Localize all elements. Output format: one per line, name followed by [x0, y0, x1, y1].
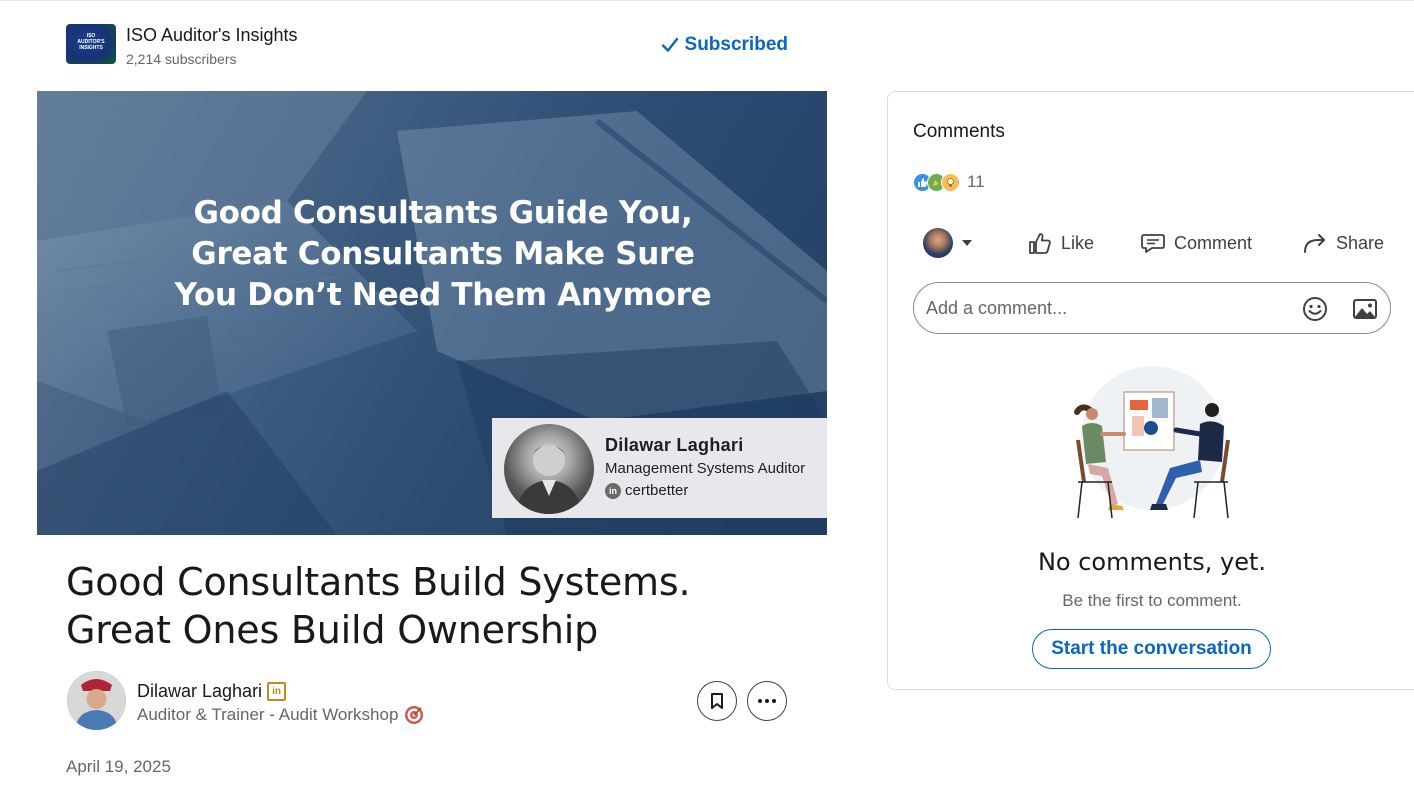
subscribed-button[interactable]: Subscribed [661, 34, 788, 56]
linkedin-icon: in [605, 482, 621, 499]
share-arrow-icon [1304, 234, 1325, 253]
cover-heading: Good Consultants Guide You, Great Consul… [37, 193, 827, 316]
social-actions-bar: Like Comment Share [913, 225, 1393, 261]
emoji-icon[interactable] [1301, 295, 1329, 323]
cover-author-role: Management Systems Auditor [605, 460, 806, 477]
reaction-count: 11 [967, 172, 985, 191]
like-label: Like [1061, 232, 1095, 253]
cover-author-photo [504, 424, 594, 514]
empty-comments-illustration [1074, 366, 1230, 519]
article-title: Good Consultants Build Systems. Great On… [66, 560, 691, 652]
start-conversation-button[interactable]: Start the conversation [1032, 629, 1271, 669]
check-icon [661, 37, 678, 52]
comment-label: Comment [1174, 232, 1253, 253]
cover-heading-line: You Don’t Need Them Anymore [174, 277, 712, 313]
empty-state-subtitle: Be the first to comment. [1062, 591, 1242, 610]
publish-date: April 19, 2025 [66, 757, 171, 776]
comment-icon [1141, 234, 1165, 253]
bookmark-icon [711, 693, 723, 709]
comments-panel: Comments 11 Like Comment Share Add a com… [887, 91, 1414, 690]
author-avatar[interactable] [67, 671, 126, 730]
cover-heading-line: Great Consultants Make Sure [191, 236, 695, 272]
comment-box [913, 282, 1391, 334]
more-icon [758, 699, 776, 703]
caret-down-icon[interactable] [961, 237, 973, 249]
newsletter-header: ISO AUDITOR'S INSIGHTS ISO Auditor's Ins… [66, 24, 788, 72]
newsletter-name[interactable]: ISO Auditor's Insights [126, 25, 298, 46]
top-divider [0, 0, 1414, 1]
like-button[interactable]: Like [1027, 225, 1094, 261]
article-cover-image: Good Consultants Guide You, Great Consul… [37, 91, 827, 535]
cover-author-handle: in certbetter [605, 482, 688, 499]
insightful-reaction-icon [941, 172, 960, 192]
cover-author-card: Dilawar Laghari Management Systems Audit… [492, 418, 827, 518]
target-icon [405, 706, 424, 724]
more-options-button[interactable] [747, 681, 787, 721]
author-name: Dilawar Laghari [137, 681, 263, 701]
newsletter-logo[interactable]: ISO AUDITOR'S INSIGHTS [66, 24, 116, 64]
reactions-summary[interactable]: 11 [913, 172, 985, 192]
cover-author-name: Dilawar Laghari [605, 435, 744, 455]
author-name-row[interactable]: Dilawar Laghari in [137, 681, 287, 702]
empty-state-title: No comments, yet. [1037, 548, 1267, 576]
comments-title: Comments [913, 121, 1005, 142]
comment-input[interactable] [926, 295, 1286, 321]
author-headline-row: Auditor & Trainer - Audit Workshop [137, 705, 424, 725]
comment-button[interactable]: Comment [1140, 225, 1252, 261]
share-label: Share [1336, 232, 1385, 253]
actor-avatar[interactable] [923, 228, 953, 258]
linkedin-badge-icon: in [267, 682, 287, 701]
subscriber-count: 2,214 subscribers [126, 51, 237, 67]
share-button[interactable]: Share [1302, 225, 1384, 261]
thumbs-up-icon [1029, 233, 1051, 254]
cover-heading-line: Good Consultants Guide You, [193, 195, 693, 231]
save-button[interactable] [697, 681, 737, 721]
author-headline: Auditor & Trainer - Audit Workshop [137, 705, 399, 724]
cover-handle-text: certbetter [625, 482, 689, 499]
image-icon[interactable] [1351, 295, 1379, 323]
subscribed-label: Subscribed [684, 34, 788, 55]
